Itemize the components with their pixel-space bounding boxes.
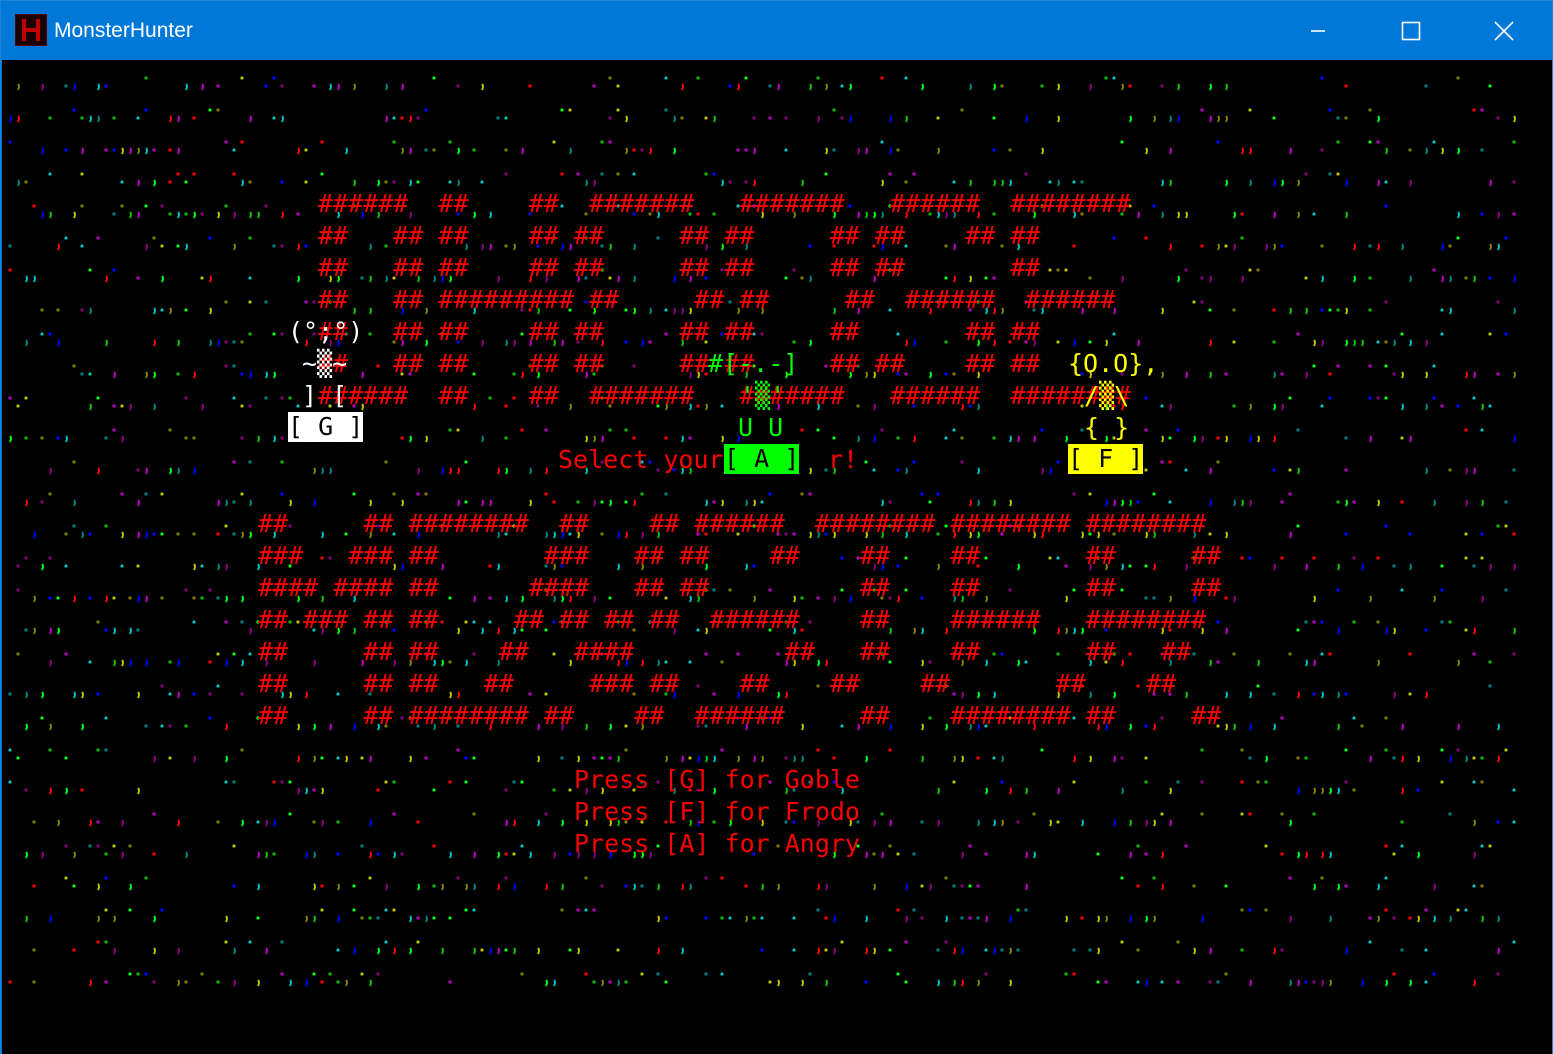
frodo-key-label[interactable]: [ F ]: [1068, 444, 1144, 474]
minimize-icon: [1311, 29, 1325, 32]
select-prompt-start: Select your: [558, 445, 724, 474]
banner-bottom-line: ## ## ## ## #### ## ## ## ## ##: [258, 637, 1192, 666]
window-title: MonsterHunter: [54, 19, 193, 42]
angry-body: '▒': [740, 381, 786, 410]
frodo-legs: { }: [1084, 413, 1130, 442]
banner-bottom-line: ## ## ######## ## ## ###### ######## ###…: [258, 509, 1207, 538]
select-prompt-end: r!: [828, 445, 859, 474]
banner-top-line: ## ## ######### ## ## ## ## ###### #####…: [318, 285, 1116, 314]
minimize-button[interactable]: [1272, 1, 1364, 60]
instruction-goble: Press [G] for Goble: [574, 765, 860, 794]
frodo-face: {O.O},: [1068, 349, 1159, 378]
instruction-frodo: Press [F] for Frodo: [574, 797, 860, 826]
console-screen[interactable]: ###### ## ## ####### ####### ###### ####…: [2, 60, 1552, 1054]
goble-body: ~▒~: [302, 349, 348, 378]
angry-legs: U U: [738, 413, 784, 442]
angry-key-label[interactable]: [ A ]: [724, 444, 800, 474]
goble-legs: ] [: [302, 381, 348, 410]
maximize-button[interactable]: [1365, 1, 1457, 60]
banner-bottom-line: ## ## ######## ## ## ###### ## ######## …: [258, 701, 1222, 730]
banner-bottom-line: ## ### ## ## ## ## ## ## ###### ## #####…: [258, 605, 1207, 634]
close-icon: [1494, 20, 1514, 41]
angry-face: #[-.-]: [708, 349, 799, 378]
close-button[interactable]: [1458, 1, 1550, 60]
banner-top-line: ## ## ## ## ## ## ## ## ## ##: [318, 317, 1041, 346]
frodo-body: /▒\: [1084, 381, 1130, 410]
banner-top-line: ## ## ## ## ## ## ## ## ## ## ##: [318, 221, 1041, 250]
monsterhunter-app-icon: [15, 14, 47, 46]
goble-face: (°;°): [288, 317, 364, 346]
banner-top-line: ###### ## ## ####### ####### ###### ####…: [318, 189, 1131, 218]
app-window: MonsterHunter ###### ## ## ####### #####…: [0, 0, 1553, 1054]
banner-bottom-line: #### #### ## #### ## ## ## ## ## ##: [258, 573, 1222, 602]
maximize-icon: [1401, 21, 1421, 40]
banner-top-line: ## ## ## ## ## ## ## ## ## ##: [318, 253, 1041, 282]
goble-key-label[interactable]: [ G ]: [288, 412, 364, 442]
banner-bottom-line: ## ## ## ## ### ## ## ## ## ## ##: [258, 669, 1177, 698]
instruction-angry: Press [A] for Angry: [574, 829, 860, 858]
banner-top-line: ## ## ## ## ## ## ## ## ## ## ##: [318, 349, 1041, 378]
banner-top-line: ###### ## ## ####### ####### ###### ####…: [318, 381, 1131, 410]
banner-bottom-line: ### ### ## ### ## ## ## ## ## ## ##: [258, 541, 1222, 570]
title-bar[interactable]: MonsterHunter: [1, 1, 1552, 60]
